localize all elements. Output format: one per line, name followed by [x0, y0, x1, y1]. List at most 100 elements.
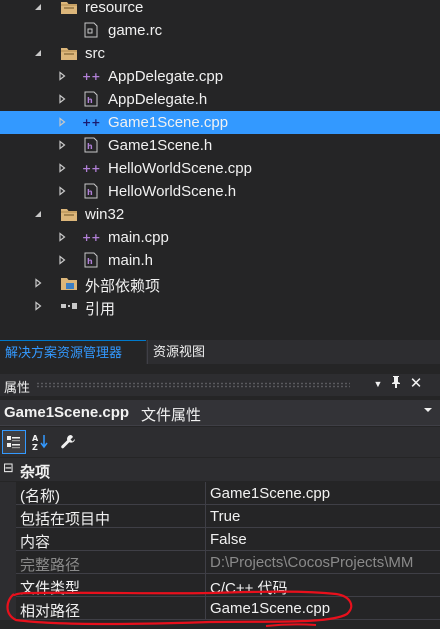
property-row[interactable]: 包括在项目中 True [0, 505, 440, 528]
collapsed-arrow-icon[interactable] [56, 162, 68, 174]
categorized-button[interactable] [2, 430, 26, 454]
svg-text:h: h [87, 96, 93, 105]
property-row[interactable]: 完整路径 D:\Projects\CocosProjects\MM [0, 551, 440, 574]
tab-resource-view[interactable]: 资源视图 [147, 340, 219, 364]
row-gutter [0, 505, 16, 528]
external-dependencies-icon [60, 274, 78, 292]
tool-window-tabs: 解决方案资源管理器 资源视图 [0, 340, 440, 364]
header-file-icon: h [82, 90, 100, 108]
collapsed-arrow-icon[interactable] [56, 139, 68, 151]
tree-item-label: HelloWorldScene.cpp [108, 160, 252, 177]
property-value[interactable]: Game1Scene.cpp [210, 485, 330, 502]
column-divider[interactable] [205, 574, 206, 597]
svg-text:h: h [87, 188, 93, 197]
tree-item-label: win32 [85, 206, 125, 223]
collapsed-arrow-icon[interactable] [56, 93, 68, 105]
header-file-icon: h [82, 251, 100, 269]
properties-toolbar: A Z [0, 427, 440, 457]
collapsed-arrow-icon[interactable] [56, 70, 68, 82]
tree-item[interactable]: h Game1Scene.h [0, 134, 440, 157]
alphabetical-button[interactable]: A Z [28, 430, 52, 454]
folder-icon [60, 205, 78, 223]
tree-item[interactable]: ++ AppDelegate.cpp [0, 65, 440, 88]
tree-item[interactable]: win32 [0, 203, 440, 226]
tree-item-label: main.cpp [108, 229, 169, 246]
collapsed-arrow-icon[interactable] [56, 231, 68, 243]
tree-item[interactable]: src [0, 42, 440, 65]
category-header[interactable]: ⊟ 杂项 [0, 458, 440, 481]
property-row[interactable]: (名称) Game1Scene.cpp [0, 482, 440, 505]
drag-grip[interactable] [36, 382, 350, 388]
properties-title-bar: 属性 ▼ ✕ [0, 374, 440, 396]
categorized-icon [7, 436, 20, 449]
cpp-file-icon: ++ [82, 67, 100, 85]
property-value[interactable]: Game1Scene.cpp [210, 600, 330, 617]
column-divider[interactable] [205, 528, 206, 551]
wrench-icon [61, 435, 75, 449]
header-file-icon: h [82, 182, 100, 200]
property-value[interactable]: D:\Projects\CocosProjects\MM [210, 554, 413, 571]
tree-item[interactable]: h HelloWorldScene.h [0, 180, 440, 203]
property-value[interactable]: False [210, 531, 247, 548]
row-gutter [0, 482, 16, 505]
object-selector[interactable]: Game1Scene.cpp 文件属性 [0, 400, 440, 426]
column-divider[interactable] [205, 551, 206, 574]
tree-item[interactable]: ++ HelloWorldScene.cpp [0, 157, 440, 180]
window-menu-icon[interactable]: ▼ [370, 375, 386, 393]
svg-text:A: A [32, 434, 39, 443]
tree-item[interactable]: h AppDelegate.h [0, 88, 440, 111]
expanded-arrow-icon[interactable] [32, 1, 44, 13]
references-icon [60, 297, 78, 315]
tree-item[interactable]: game.rc [0, 19, 440, 42]
property-row[interactable]: 内容 False [0, 528, 440, 551]
property-row[interactable]: 相对路径 Game1Scene.cpp [0, 597, 440, 620]
sort-alphabetical-icon: A Z [32, 434, 48, 451]
folder-icon [60, 0, 78, 16]
tree-item-label: main.h [108, 252, 154, 269]
property-name: 完整路径 [20, 557, 81, 574]
tree-item[interactable]: 外部依赖项 [0, 272, 440, 295]
expanded-arrow-icon[interactable] [32, 47, 44, 59]
properties-title: 属性 [4, 380, 31, 395]
tree-item-label: src [85, 45, 105, 62]
property-row[interactable]: 文件类型 C/C++ 代码 [0, 574, 440, 597]
pin-icon[interactable] [388, 375, 404, 393]
header-file-icon: h [82, 136, 100, 154]
collapsed-arrow-icon[interactable] [56, 185, 68, 197]
collapsed-arrow-icon[interactable] [32, 300, 44, 312]
tab-solution-explorer[interactable]: 解决方案资源管理器 [0, 340, 146, 364]
svg-text:++: ++ [82, 70, 100, 83]
tree-item[interactable]: ++ Game1Scene.cpp [0, 111, 440, 134]
tree-item-label: Game1Scene.h [108, 137, 213, 154]
tree-item-label: Game1Scene.cpp [108, 114, 229, 131]
collapse-icon[interactable]: ⊟ [3, 460, 14, 476]
svg-text:h: h [87, 142, 93, 151]
column-divider[interactable] [205, 597, 206, 620]
property-value[interactable]: C/C++ 代码 [210, 577, 288, 598]
tree-item-label: AppDelegate.h [108, 91, 208, 108]
column-divider[interactable] [205, 505, 206, 528]
collapsed-arrow-icon[interactable] [56, 116, 68, 128]
tree-item-label: resource [85, 0, 144, 16]
category-label: 杂项 [20, 464, 51, 481]
resource-file-icon [82, 21, 100, 39]
chevron-down-icon[interactable] [424, 408, 432, 412]
collapsed-arrow-icon[interactable] [32, 277, 44, 289]
property-name: 内容 [20, 534, 51, 551]
tree-item[interactable]: ++ main.cpp [0, 226, 440, 249]
row-gutter [0, 528, 16, 551]
tree-item[interactable]: 引用 [0, 295, 440, 318]
expanded-arrow-icon[interactable] [32, 208, 44, 220]
property-pages-button[interactable] [56, 430, 80, 454]
folder-icon [60, 44, 78, 62]
close-icon[interactable]: ✕ [408, 375, 424, 393]
column-divider[interactable] [205, 482, 206, 505]
property-name: 文件类型 [20, 580, 81, 597]
collapsed-arrow-icon[interactable] [56, 254, 68, 266]
tree-item[interactable]: resource [0, 0, 440, 19]
row-gutter [0, 551, 16, 574]
svg-text:++: ++ [82, 162, 100, 175]
property-name: 包括在项目中 [20, 511, 111, 528]
property-value[interactable]: True [210, 508, 240, 525]
tree-item[interactable]: h main.h [0, 249, 440, 272]
